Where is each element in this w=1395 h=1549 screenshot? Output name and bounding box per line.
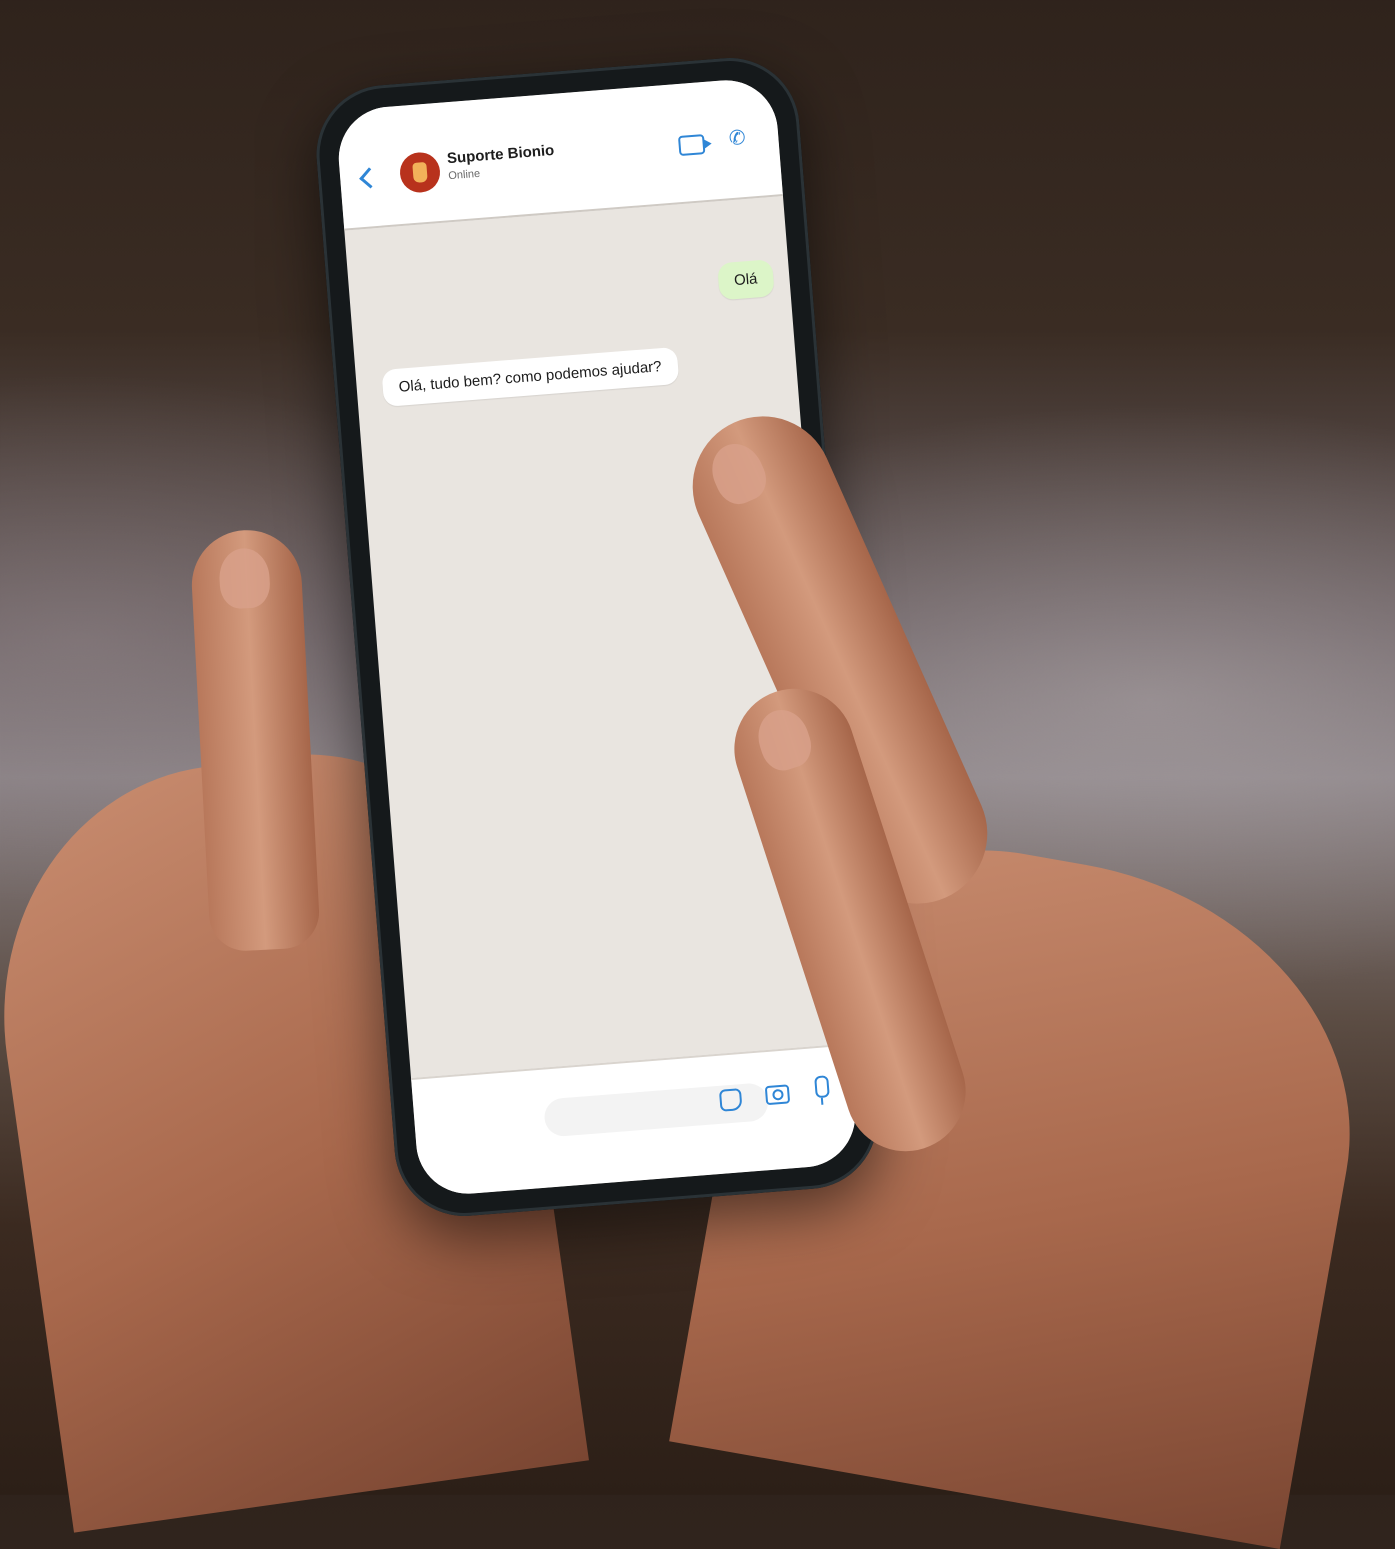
photo-scene: Suporte Bionio Online ✆ Olá Olá, tudo be… xyxy=(0,0,1395,1549)
phone-icon[interactable]: ✆ xyxy=(725,127,749,151)
message-incoming: Olá, tudo bem? como podemos ajudar? xyxy=(381,346,679,407)
chat-header: Suporte Bionio Online ✆ xyxy=(334,76,783,231)
message-outgoing: Olá xyxy=(716,259,775,301)
input-bar xyxy=(411,1043,860,1198)
video-call-icon[interactable] xyxy=(677,134,706,157)
finger-nail xyxy=(703,435,774,511)
chevron-left-icon[interactable] xyxy=(359,167,381,189)
left-thumb xyxy=(189,527,321,953)
finger-nail xyxy=(750,703,818,776)
thumbnail-nail xyxy=(217,547,272,610)
contact-name: Suporte Bionio xyxy=(446,141,555,168)
avatar[interactable] xyxy=(398,150,442,194)
microphone-icon[interactable] xyxy=(814,1075,830,1099)
contact-status: Online xyxy=(447,167,481,183)
camera-icon[interactable] xyxy=(764,1084,791,1106)
avatar-logo-icon xyxy=(412,161,428,183)
